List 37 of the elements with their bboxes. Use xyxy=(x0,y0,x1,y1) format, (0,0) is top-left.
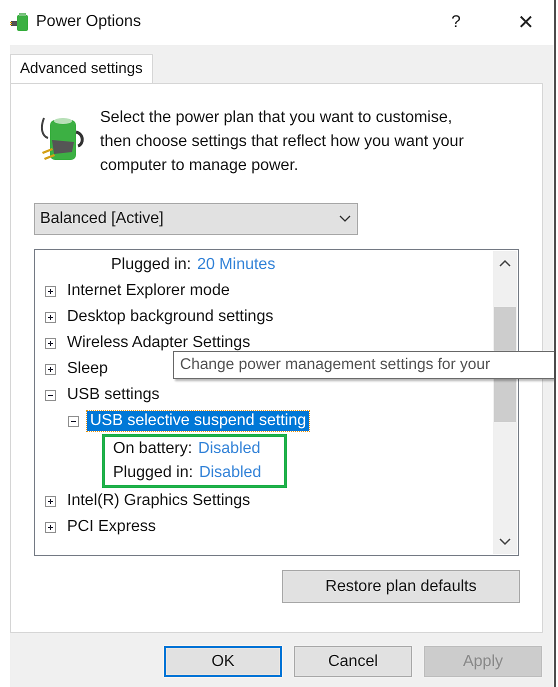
intro-text: Select the power plan that you want to customise, then choose settings that reflect how you want your computer to manage power. xyxy=(100,108,465,176)
expand-icon[interactable] xyxy=(45,338,56,348)
tree-item[interactable]: PCI Express xyxy=(64,517,159,537)
tree-item[interactable]: USB selective suspend setting xyxy=(87,411,310,431)
scroll-down-icon[interactable] xyxy=(499,538,511,546)
plan-dropdown[interactable]: Balanced [Active] xyxy=(34,203,358,235)
expand-icon[interactable] xyxy=(45,286,56,296)
scroll-up-icon[interactable] xyxy=(499,259,511,267)
tree-item[interactable]: Internet Explorer mode xyxy=(64,281,233,301)
expand-icon[interactable] xyxy=(45,496,56,506)
tooltip: Change power management settings for your xyxy=(173,351,554,379)
collapse-icon[interactable] xyxy=(45,390,56,400)
window-title: Power Options xyxy=(36,13,142,31)
dialog-button[interactable]: Cancel xyxy=(294,646,412,677)
scrollbar[interactable] xyxy=(493,251,517,554)
close-button[interactable]: ✕ xyxy=(514,10,538,34)
setting-label: Plugged in: xyxy=(111,256,192,274)
help-button[interactable]: ? xyxy=(446,12,466,32)
expand-icon[interactable] xyxy=(45,364,56,374)
setting-value-link[interactable]: Disabled xyxy=(199,464,262,482)
tree-item[interactable]: Desktop background settings xyxy=(64,307,276,327)
tree-item[interactable]: USB settings xyxy=(64,385,162,405)
tree-item[interactable]: Sleep xyxy=(64,359,111,379)
tree-item[interactable]: Intel(R) Graphics Settings xyxy=(64,491,254,511)
dialog-button[interactable]: OK xyxy=(164,646,282,677)
setting-label: Plugged in: xyxy=(113,464,194,482)
setting-value-link[interactable]: 20 Minutes xyxy=(197,256,276,274)
expand-icon[interactable] xyxy=(45,312,56,322)
tree-item[interactable]: Wireless Adapter Settings xyxy=(64,333,254,353)
setting-value-link[interactable]: Disabled xyxy=(198,440,260,458)
tab[interactable]: Advanced settings xyxy=(10,54,153,83)
setting-label: On battery: xyxy=(113,440,192,458)
restore-defaults-button[interactable]: Restore plan defaults xyxy=(282,570,520,603)
chevron-down-icon xyxy=(339,215,351,223)
expand-icon[interactable] xyxy=(45,522,56,532)
collapse-icon[interactable] xyxy=(68,416,79,426)
battery-plug-icon xyxy=(10,12,30,32)
